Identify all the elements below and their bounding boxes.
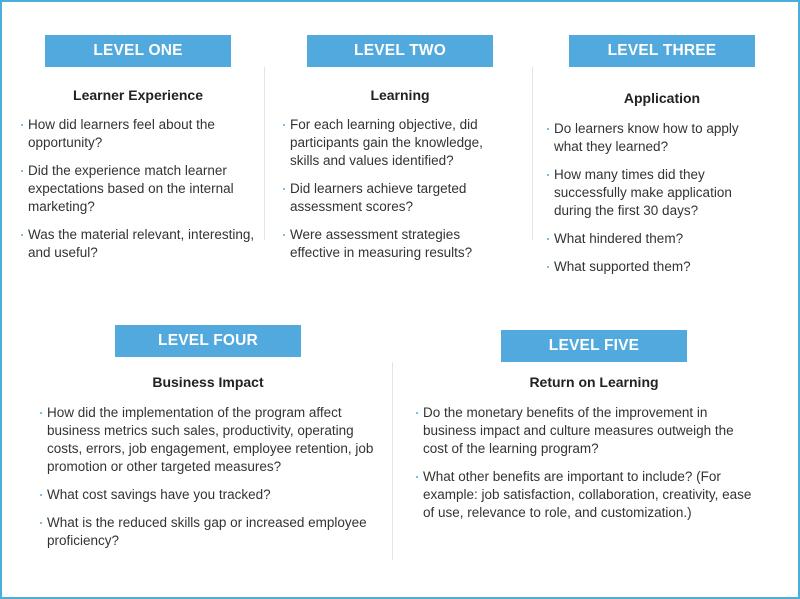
list-item: What hindered them? bbox=[547, 230, 762, 248]
bullet-icon bbox=[547, 238, 549, 240]
question-list: Do the monetary benefits of the improvem… bbox=[416, 404, 761, 532]
list-item: Were assessment strategies effective in … bbox=[283, 226, 508, 262]
list-item: What supported them? bbox=[547, 258, 762, 276]
question-list: How did the implementation of the progra… bbox=[40, 404, 375, 560]
list-item: What other benefits are important to inc… bbox=[416, 468, 761, 522]
question-list: How did learners feel about the opportun… bbox=[21, 116, 256, 272]
level-label: LEVEL THREE bbox=[569, 35, 755, 67]
bullet-icon bbox=[21, 170, 23, 172]
list-item: Was the material relevant, interesting, … bbox=[21, 226, 256, 262]
list-item: How many times did they successfully mak… bbox=[547, 166, 762, 220]
bullet-icon bbox=[283, 124, 285, 126]
list-item: Did learners achieve targeted assessment… bbox=[283, 180, 508, 216]
question-list: For each learning objective, did partici… bbox=[283, 116, 508, 272]
level-heading: Learner Experience bbox=[73, 87, 203, 103]
bullet-icon bbox=[40, 522, 42, 524]
bullet-icon bbox=[21, 234, 23, 236]
list-item: Do the monetary benefits of the improvem… bbox=[416, 404, 761, 458]
bullet-icon bbox=[283, 188, 285, 190]
bullet-icon bbox=[416, 412, 418, 414]
bullet-icon bbox=[40, 494, 42, 496]
bullet-icon bbox=[40, 412, 42, 414]
column-divider bbox=[264, 67, 265, 240]
column-divider bbox=[392, 362, 393, 560]
list-item: How did learners feel about the opportun… bbox=[21, 116, 256, 152]
bullet-icon bbox=[547, 128, 549, 130]
list-item: What is the reduced skills gap or increa… bbox=[40, 514, 375, 550]
level-heading: Application bbox=[623, 90, 701, 106]
level-label: LEVEL FOUR bbox=[115, 325, 301, 357]
level-label: LEVEL TWO bbox=[307, 35, 493, 67]
column-divider bbox=[532, 67, 533, 240]
list-item: How did the implementation of the progra… bbox=[40, 404, 375, 476]
level-heading: Learning bbox=[370, 87, 430, 103]
list-item: Did the experience match learner expecta… bbox=[21, 162, 256, 216]
list-item: Do learners know how to apply what they … bbox=[547, 120, 762, 156]
level-heading: Business Impact bbox=[152, 374, 264, 390]
bullet-icon bbox=[547, 266, 549, 268]
level-label: LEVEL FIVE bbox=[501, 330, 687, 362]
bullet-icon bbox=[547, 174, 549, 176]
list-item: For each learning objective, did partici… bbox=[283, 116, 508, 170]
bullet-icon bbox=[416, 476, 418, 478]
bullet-icon bbox=[21, 124, 23, 126]
level-heading: Return on Learning bbox=[529, 374, 659, 390]
level-label: LEVEL ONE bbox=[45, 35, 231, 67]
list-item: What cost savings have you tracked? bbox=[40, 486, 375, 504]
bullet-icon bbox=[283, 234, 285, 236]
question-list: Do learners know how to apply what they … bbox=[547, 120, 762, 286]
